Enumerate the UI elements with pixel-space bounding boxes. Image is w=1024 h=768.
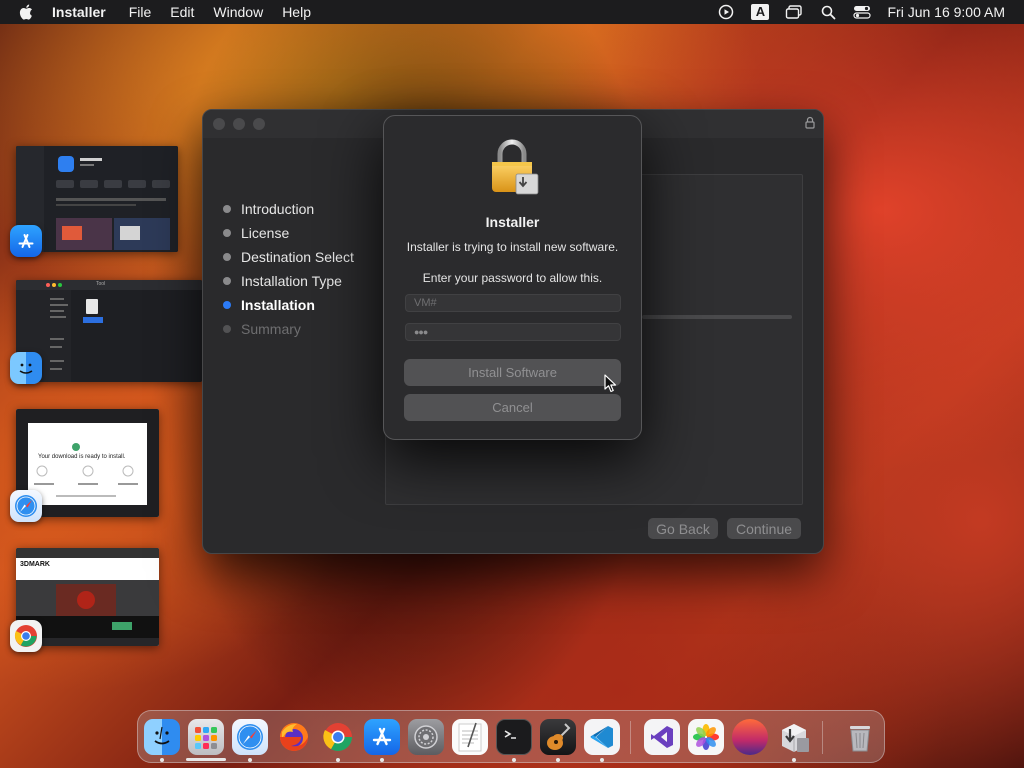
window-switcher-icon[interactable] [785, 4, 803, 20]
install-software-button[interactable]: Install Software [404, 359, 621, 386]
step-label: Introduction [241, 201, 315, 217]
menu-file[interactable]: File [129, 4, 152, 20]
step-installation: Installation [223, 293, 354, 317]
padlock-icon [492, 139, 539, 195]
dialog-title: Installer [485, 214, 540, 230]
lock-icon[interactable] [805, 116, 815, 129]
input-source-label: A [751, 4, 770, 20]
dock-app-store-icon[interactable] [364, 719, 400, 755]
step-dot [223, 277, 231, 285]
username-field[interactable]: VM# [405, 294, 621, 312]
dock-textedit-icon[interactable] [452, 719, 488, 755]
running-indicator [600, 758, 604, 762]
menu-edit[interactable]: Edit [170, 4, 194, 20]
apple-icon[interactable] [18, 3, 36, 21]
zoom-window-button[interactable] [253, 118, 265, 130]
step-label: Installation Type [241, 273, 342, 289]
menu-window[interactable]: Window [213, 4, 263, 20]
step-installation-type: Installation Type [223, 269, 354, 293]
dock-chrome-icon[interactable] [320, 719, 356, 755]
installer-steps-list: Introduction License Destination Select … [223, 197, 354, 341]
go-back-button[interactable]: Go Back [648, 518, 718, 539]
dock-photos-icon[interactable] [688, 719, 724, 755]
running-indicator [792, 758, 796, 762]
dock-terminal-icon[interactable] [496, 719, 532, 755]
finder-window-title: Tool [96, 281, 106, 287]
step-dot [223, 205, 231, 213]
cancel-button[interactable]: Cancel [404, 394, 621, 421]
input-source-icon[interactable]: A [751, 4, 770, 20]
dialog-prompt: Enter your password to allow this. [422, 271, 603, 285]
dock-firefox-icon[interactable] [276, 719, 312, 755]
safari-page-heading: Your download is ready to install. [38, 454, 126, 460]
minimize-window-button[interactable] [233, 118, 245, 130]
running-indicator [336, 758, 340, 762]
dock-separator [822, 721, 823, 754]
step-license: License [223, 221, 354, 245]
running-indicator [512, 758, 516, 762]
step-label: License [241, 225, 290, 241]
dock-macos-installer-icon[interactable] [732, 719, 768, 755]
menu-help[interactable]: Help [282, 4, 311, 20]
safari-icon[interactable] [10, 490, 42, 522]
menu-app-name[interactable]: Installer [52, 4, 106, 20]
dock-separator [630, 721, 631, 754]
dock-finder-icon[interactable] [144, 719, 180, 755]
running-indicator [380, 758, 384, 762]
dialog-message: Installer is trying to install new softw… [406, 240, 619, 254]
step-label: Destination Select [241, 249, 354, 265]
step-label: Installation [241, 297, 315, 313]
dock [137, 710, 885, 763]
running-indicator [248, 758, 252, 762]
install-progress-bar [642, 315, 792, 319]
finder-icon[interactable] [10, 352, 42, 384]
spotlight-search-icon[interactable] [819, 4, 837, 20]
mouse-pointer-icon [604, 374, 617, 393]
step-label: Summary [241, 321, 301, 337]
step-summary: Summary [223, 317, 354, 341]
dock-safari-icon[interactable] [232, 719, 268, 755]
running-indicator [160, 758, 164, 762]
step-dot [223, 253, 231, 261]
chrome-page-brand: 3DMARK [20, 561, 50, 568]
step-dot [223, 229, 231, 237]
dock-system-settings-icon[interactable] [408, 719, 444, 755]
dock-trash-icon[interactable] [842, 719, 878, 755]
close-window-button[interactable] [213, 118, 225, 130]
finder-window-thumbnail[interactable]: Tool [16, 280, 202, 382]
app-store-icon[interactable] [10, 225, 42, 257]
dock-vscode-icon[interactable] [584, 719, 620, 755]
continue-button[interactable]: Continue [727, 518, 801, 539]
chrome-icon[interactable] [10, 620, 42, 652]
dock-garageband-icon[interactable] [540, 719, 576, 755]
running-indicator [556, 758, 560, 762]
step-dot [223, 325, 231, 333]
screen-recording-icon[interactable] [717, 4, 735, 20]
menubar-clock[interactable]: Fri Jun 16 9:00 AM [887, 4, 1005, 20]
control-center-icon[interactable] [853, 4, 872, 20]
step-dot-active [223, 301, 231, 309]
dock-visual-studio-icon[interactable] [644, 719, 680, 755]
password-field[interactable]: ●●● [405, 323, 621, 341]
dock-launchpad-icon[interactable] [188, 719, 224, 755]
step-introduction: Introduction [223, 197, 354, 221]
dock-magnify-bar [186, 758, 226, 761]
dock-installer-icon[interactable] [776, 719, 812, 755]
step-destination-select: Destination Select [223, 245, 354, 269]
menu-bar: Installer File Edit Window Help A Fri Ju… [0, 0, 1024, 24]
